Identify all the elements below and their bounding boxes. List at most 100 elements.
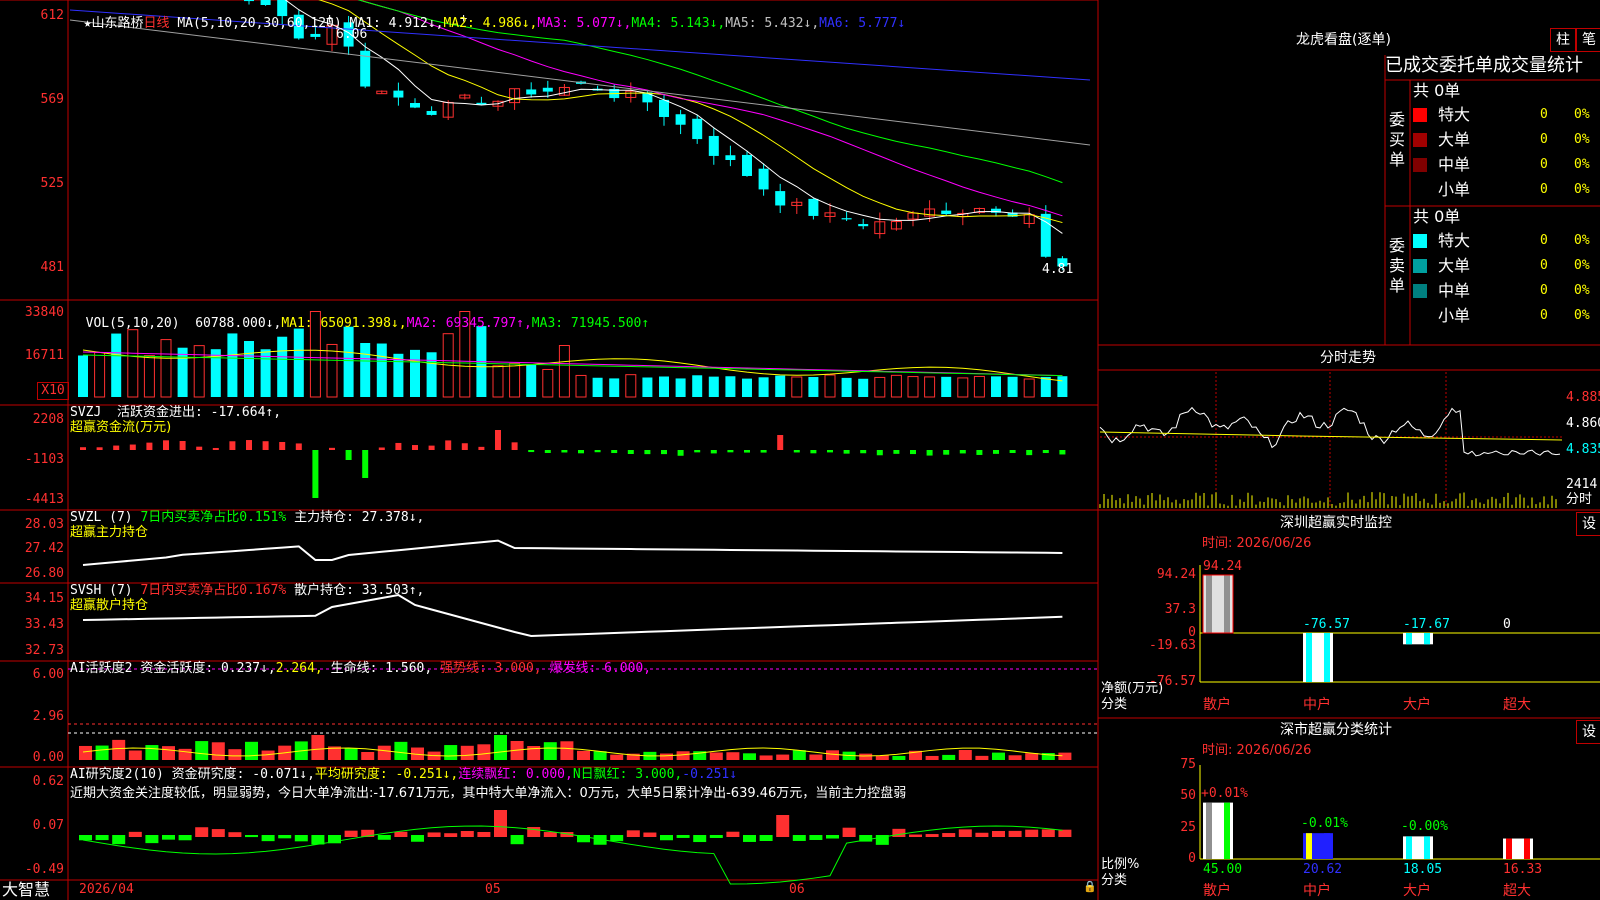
ai1-bar: [344, 748, 358, 760]
chart-canvas[interactable]: + +: [0, 0, 1600, 900]
ai1-bar: [593, 751, 607, 760]
vol-bar-up: [509, 362, 521, 398]
ai2-axis-top: 0.62: [32, 774, 64, 789]
svzj-bar: [893, 450, 900, 454]
svzj-bar: [1059, 450, 1066, 455]
vol-bar-down: [277, 336, 288, 397]
ai1-bar: [610, 754, 624, 760]
ai1-bar: [1058, 752, 1072, 760]
svsh-header: SVSH (7) 7日内买卖净占比0.167% 散户持仓: 33.503↑,: [70, 583, 424, 599]
order-percent: 0%: [1574, 233, 1590, 248]
order-percent: 0%: [1574, 258, 1590, 273]
vol-bar-down: [941, 376, 952, 397]
svzl-axis-top: 28.03: [24, 517, 64, 532]
period-label[interactable]: 日线: [144, 16, 170, 31]
sz-monitor-settings-button[interactable]: 设: [1576, 512, 1600, 536]
svzl-line: [82, 539, 1063, 566]
vol-bar-down: [244, 340, 254, 397]
ai2-axis-low: -0.49: [24, 862, 64, 877]
ai1-axis-top: 6.00: [32, 667, 64, 682]
vol-bar-down: [343, 326, 354, 397]
vol-bar-down: [858, 378, 869, 397]
order-color-swatch: [1413, 234, 1427, 248]
ai2-bar: [128, 831, 142, 837]
svzj-bar: [943, 450, 950, 455]
ma-definition: MA(5,10,20,30,60,120): [177, 16, 342, 31]
stock-name[interactable]: 山东路桥: [91, 16, 143, 31]
svzl-ratio: 7日内买卖净占比0.151%: [140, 510, 287, 525]
candle-down: [941, 210, 952, 215]
price-axis-481: 481: [40, 260, 64, 275]
vol-bar-down: [426, 352, 437, 397]
ai1-bar: [992, 752, 1005, 760]
order-percent: 0%: [1574, 157, 1590, 172]
ai2-bar: [494, 810, 507, 837]
vol-bar-down: [841, 377, 852, 397]
svsh-holding: 散户持仓: 33.503↑,: [286, 583, 425, 598]
ai2-bar: [776, 815, 790, 837]
sz-monitor-axis-tick: -19.63: [1149, 637, 1196, 653]
svzj-bar: [96, 447, 103, 450]
ai2-bar: [676, 835, 690, 838]
ai2-bar: [510, 835, 524, 845]
ai2-bar: [610, 835, 624, 842]
order-total: 共 0单: [1413, 207, 1461, 226]
sz-class-axis-tick: 75: [1180, 757, 1196, 772]
ai2-bar: [759, 835, 773, 842]
sz-class-bar-shade: [1506, 838, 1512, 859]
fenshi-vol-unit: 分时: [1566, 492, 1593, 507]
order-color-swatch: [1413, 133, 1427, 147]
svzj-bar: [677, 450, 684, 456]
fenshi-avg-line: [1099, 431, 1563, 441]
ai2-bar: [1058, 829, 1072, 837]
sz-class-category: 散户: [1203, 883, 1231, 899]
svzj-bar: [860, 450, 867, 454]
bar-mode-button[interactable]: 柱: [1550, 28, 1576, 52]
vol-bar-down: [393, 353, 404, 397]
order-color-swatch: [1413, 259, 1427, 273]
sz-class-category: 大户: [1403, 883, 1431, 899]
lock-icon[interactable]: 🔒: [1083, 879, 1097, 895]
tick-mode-button[interactable]: 笔: [1576, 28, 1600, 52]
ma3-value: MA3: 5.077↓,: [537, 16, 632, 31]
ai1-bar: [792, 750, 806, 760]
vol-x10-badge: X10: [37, 382, 69, 400]
ai1-bar: [892, 755, 906, 760]
sz-class-axis-tick: 0: [1188, 851, 1196, 866]
sz-class-settings-button[interactable]: 设: [1576, 720, 1600, 744]
svzj-bar: [827, 450, 833, 453]
svzj-bar: [876, 450, 883, 456]
svzj-bar: [594, 450, 601, 453]
ma5-line: [284, 0, 1063, 234]
sz-monitor-bar-label: 94.24: [1203, 559, 1243, 574]
ai2-bar: [1041, 829, 1055, 837]
vol-ma2: MA2: 69345.797↑,: [406, 316, 532, 331]
vol-header: VOL(5,10,20) 60788.000↓,MA1: 65091.398↓,…: [70, 300, 650, 332]
vol-ma1: MA1: 65091.398↓,: [281, 316, 407, 331]
ai2-bar: [543, 832, 557, 837]
brand-logo[interactable]: 大智慧: [2, 880, 50, 900]
ai1-bar: [228, 749, 242, 760]
vol-bar-down: [410, 349, 420, 397]
ai1-bar: [178, 748, 192, 760]
vol-bar-up: [973, 375, 985, 398]
ai1-bar: [1008, 755, 1022, 760]
svzj-bar: [196, 446, 203, 450]
sz-monitor-category: 超大: [1503, 697, 1531, 713]
svzj-bar: [478, 446, 485, 450]
ai2-bar: [1025, 829, 1039, 837]
svzj-bar: [461, 443, 468, 450]
sz-monitor-bar-label: -17.67: [1403, 617, 1450, 632]
high-price-mark: 6.06: [336, 27, 368, 42]
vol-bar-up: [326, 343, 338, 398]
sz-monitor-category: 中户: [1303, 697, 1331, 713]
ai2-bar: [211, 829, 225, 837]
ai1-bar: [759, 755, 773, 760]
ai2-bar: [975, 832, 989, 837]
svsh-axis-low: 32.73: [24, 643, 64, 658]
sz-class-time: 时间: 2026/06/26: [1202, 743, 1312, 758]
price-axis-569: 569: [40, 92, 64, 107]
svzj-bar: [760, 450, 767, 453]
vol-bar-down: [78, 355, 88, 397]
svsh-title: SVSH (7): [70, 583, 141, 598]
